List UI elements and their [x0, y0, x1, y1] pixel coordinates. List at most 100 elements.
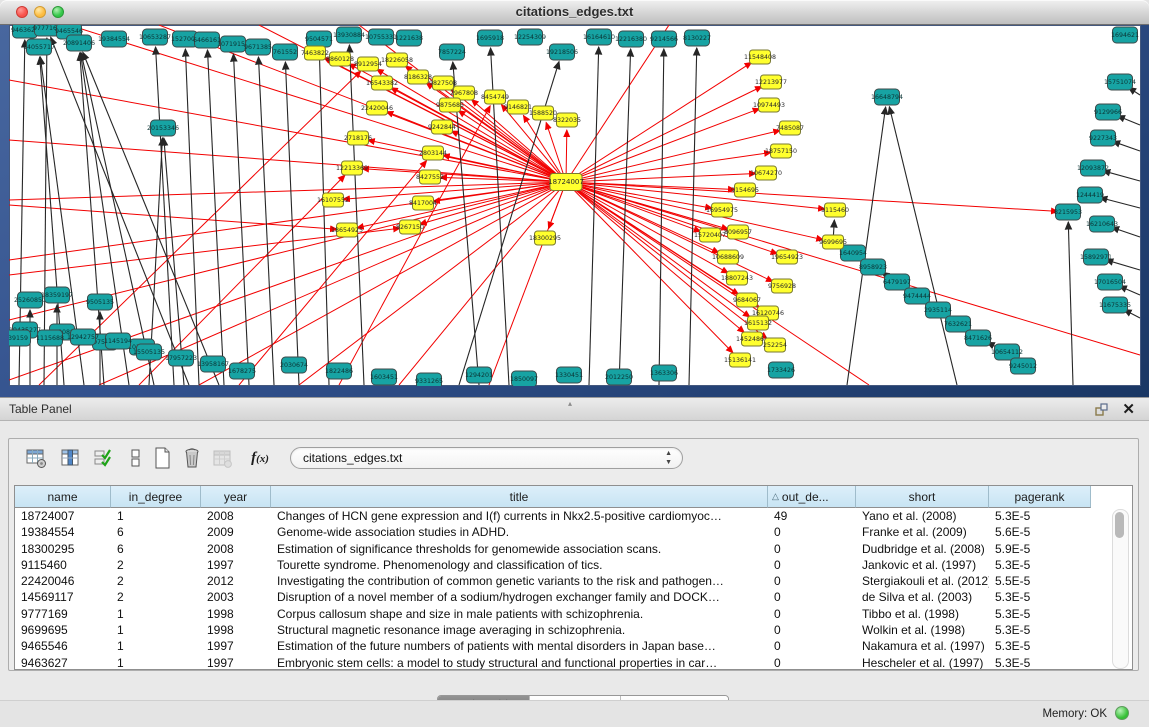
network-node[interactable]: 15751074: [1104, 74, 1136, 90]
network-node[interactable]: 9684067: [733, 293, 761, 307]
network-node[interactable]: 9671385: [244, 39, 272, 55]
network-node[interactable]: 9129966: [1094, 104, 1122, 120]
network-node[interactable]: 9245012: [1009, 358, 1037, 374]
network-node[interactable]: 7485087: [776, 121, 804, 135]
network-node[interactable]: 16648794: [871, 89, 903, 105]
network-node[interactable]: 9154695: [731, 183, 759, 197]
network-node[interactable]: 15136141: [724, 353, 756, 367]
network-node[interactable]: 13930884: [333, 27, 365, 43]
network-node[interactable]: 1678275: [228, 363, 256, 379]
network-node[interactable]: 1294201: [465, 367, 493, 383]
column-header-year[interactable]: year: [201, 486, 271, 508]
network-node[interactable]: 8427552: [416, 170, 444, 184]
close-panel-icon[interactable]: ✕: [1122, 400, 1135, 418]
column-header-indegree[interactable]: in_degree: [111, 486, 201, 508]
network-node[interactable]: 7632621: [944, 316, 972, 332]
network-node[interactable]: 9242844: [428, 120, 456, 134]
network-node[interactable]: 1363306: [650, 365, 678, 381]
network-node[interactable]: 8096957: [724, 225, 752, 239]
table-vertical-scrollbar[interactable]: [1112, 509, 1129, 669]
network-node[interactable]: 8958923: [859, 259, 887, 275]
network-node[interactable]: 20153346: [147, 120, 179, 136]
network-node[interactable]: 8130227: [683, 30, 711, 46]
network-node[interactable]: 9504571: [305, 31, 333, 47]
network-node[interactable]: 18757150: [765, 144, 797, 158]
network-node[interactable]: 8417004: [409, 196, 437, 210]
scrollbar-thumb[interactable]: [1115, 512, 1124, 538]
network-node[interactable]: 10674270: [750, 166, 782, 180]
network-node[interactable]: 12093872: [1077, 160, 1109, 176]
network-node[interactable]: 9227343: [1089, 130, 1117, 146]
table-row[interactable]: 1456911722003Disruption of a novel membe…: [15, 589, 1105, 605]
network-node[interactable]: 8912954: [354, 57, 382, 71]
network-node[interactable]: 11548408: [744, 50, 776, 64]
network-node[interactable]: 16107552: [317, 193, 349, 207]
network-node[interactable]: 2803144: [419, 146, 447, 160]
import-table-icon[interactable]: [209, 445, 235, 471]
network-node[interactable]: 1694621: [1111, 27, 1139, 43]
network-node[interactable]: 9214566: [650, 31, 678, 47]
table-row[interactable]: 1938455462009Genome-wide association stu…: [15, 524, 1105, 540]
network-node[interactable]: 18226058: [381, 53, 413, 67]
network-node[interactable]: 9875685: [436, 98, 464, 112]
network-node[interactable]: 10653287: [139, 29, 171, 45]
network-node[interactable]: 9146821: [504, 100, 532, 114]
network-node[interactable]: 8186328: [404, 70, 432, 84]
clear-selection-icon[interactable]: [123, 445, 149, 471]
network-node[interactable]: 12216380: [615, 31, 647, 47]
network-node[interactable]: 1615132: [744, 316, 772, 330]
table-row[interactable]: 1872400712008Changes of HCN gene express…: [15, 508, 1105, 524]
network-node[interactable]: 16164610: [583, 29, 615, 45]
network-node[interactable]: 9699695: [819, 235, 847, 249]
network-node[interactable]: 20891406: [63, 35, 95, 51]
network-node[interactable]: 8322035: [553, 113, 581, 127]
network-node[interactable]: 12254309: [514, 29, 546, 45]
network-canvas[interactable]: 9463627977716994655461405571720891406193…: [9, 25, 1141, 386]
network-node[interactable]: 2718176: [344, 131, 372, 145]
network-node[interactable]: 14055717: [23, 39, 55, 55]
network-node[interactable]: 1695918: [476, 30, 504, 46]
network-node[interactable]: 1733426: [767, 362, 795, 378]
network-node[interactable]: 11675335: [1099, 297, 1131, 313]
network-node[interactable]: 15892971: [1080, 249, 1112, 265]
network-node[interactable]: 39159: [9, 330, 31, 346]
table-row[interactable]: 946362711997Embryonic stem cells: a mode…: [15, 655, 1105, 670]
table-selector-dropdown[interactable]: citations_edges.txt ▲▼: [290, 447, 683, 469]
table-row[interactable]: 946554611997Estimation of the future num…: [15, 638, 1105, 654]
table-row[interactable]: 2242004622012Investigating the contribut…: [15, 573, 1105, 589]
column-header-outde[interactable]: △out_de...: [768, 486, 856, 508]
network-node[interactable]: 1330451: [555, 367, 583, 383]
table-row[interactable]: 1830029562008Estimation of significance …: [15, 541, 1105, 557]
table-row[interactable]: 969969511998Structural magnetic resonanc…: [15, 622, 1105, 638]
network-node[interactable]: 18724007: [548, 174, 584, 191]
network-node[interactable]: 1244419: [1076, 187, 1104, 203]
network-node[interactable]: 13958167: [197, 356, 229, 372]
network-node[interactable]: 18807243: [721, 271, 753, 285]
delete-column-icon[interactable]: [179, 445, 205, 471]
network-node[interactable]: 18359197: [41, 287, 73, 303]
new-column-icon[interactable]: [149, 445, 175, 471]
network-node[interactable]: 8471626: [964, 330, 992, 346]
network-node[interactable]: 1115688: [36, 330, 64, 346]
network-node[interactable]: 2030674: [280, 357, 308, 373]
network-node[interactable]: 1850097: [510, 371, 538, 386]
network-node[interactable]: 1822486: [325, 363, 353, 379]
network-node[interactable]: 10974493: [753, 98, 785, 112]
network-node[interactable]: 9827508: [429, 76, 457, 90]
network-node[interactable]: 1145194: [104, 333, 132, 349]
table-row[interactable]: 911546021997Tourette syndrome. Phenomeno…: [15, 557, 1105, 573]
network-node[interactable]: 8860128: [326, 52, 354, 66]
network-node[interactable]: 10755331: [365, 29, 397, 45]
network-node[interactable]: 761552: [273, 44, 298, 60]
network-node[interactable]: 6479197: [883, 274, 911, 290]
network-node[interactable]: 12942757: [67, 329, 99, 345]
network-node[interactable]: 18300295: [529, 231, 561, 245]
select-all-icon[interactable]: [90, 445, 116, 471]
column-header-short[interactable]: short: [856, 486, 989, 508]
network-node[interactable]: 8267150: [396, 220, 424, 234]
network-node[interactable]: 9331265: [415, 373, 443, 386]
network-node[interactable]: 7463822: [301, 46, 329, 60]
network-node[interactable]: 15505135: [133, 344, 165, 360]
network-node[interactable]: 12213977: [755, 75, 787, 89]
network-node[interactable]: 252254: [763, 338, 787, 352]
